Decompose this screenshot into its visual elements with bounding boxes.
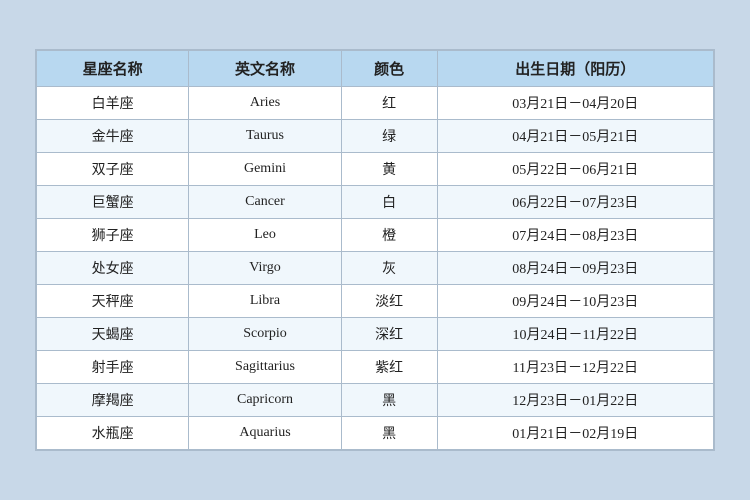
cell-dates: 11月23日－12月22日 — [437, 351, 713, 384]
cell-dates: 08月24日－09月23日 — [437, 252, 713, 285]
header-color: 颜色 — [341, 51, 437, 87]
cell-dates: 12月23日－01月22日 — [437, 384, 713, 417]
header-chinese: 星座名称 — [37, 51, 189, 87]
table-row: 双子座Gemini黄05月22日－06月21日 — [37, 153, 714, 186]
table-row: 摩羯座Capricorn黑12月23日－01月22日 — [37, 384, 714, 417]
cell-dates: 09月24日－10月23日 — [437, 285, 713, 318]
cell-dates: 07月24日－08月23日 — [437, 219, 713, 252]
cell-chinese: 天蝎座 — [37, 318, 189, 351]
cell-chinese: 金牛座 — [37, 120, 189, 153]
cell-color: 灰 — [341, 252, 437, 285]
cell-english: Capricorn — [189, 384, 341, 417]
table-row: 金牛座Taurus绿04月21日－05月21日 — [37, 120, 714, 153]
header-dates: 出生日期（阳历） — [437, 51, 713, 87]
cell-english: Scorpio — [189, 318, 341, 351]
cell-color: 黑 — [341, 417, 437, 450]
cell-english: Aries — [189, 87, 341, 120]
cell-dates: 04月21日－05月21日 — [437, 120, 713, 153]
table-row: 射手座Sagittarius紫红11月23日－12月22日 — [37, 351, 714, 384]
cell-color: 紫红 — [341, 351, 437, 384]
cell-color: 红 — [341, 87, 437, 120]
table-row: 巨蟹座Cancer白06月22日－07月23日 — [37, 186, 714, 219]
cell-chinese: 白羊座 — [37, 87, 189, 120]
cell-color: 橙 — [341, 219, 437, 252]
cell-dates: 10月24日－11月22日 — [437, 318, 713, 351]
cell-chinese: 处女座 — [37, 252, 189, 285]
cell-english: Aquarius — [189, 417, 341, 450]
cell-dates: 01月21日－02月19日 — [437, 417, 713, 450]
cell-english: Virgo — [189, 252, 341, 285]
cell-color: 绿 — [341, 120, 437, 153]
cell-dates: 03月21日－04月20日 — [437, 87, 713, 120]
cell-chinese: 狮子座 — [37, 219, 189, 252]
cell-english: Libra — [189, 285, 341, 318]
cell-chinese: 水瓶座 — [37, 417, 189, 450]
cell-chinese: 双子座 — [37, 153, 189, 186]
cell-color: 淡红 — [341, 285, 437, 318]
cell-dates: 06月22日－07月23日 — [437, 186, 713, 219]
zodiac-table: 星座名称 英文名称 颜色 出生日期（阳历） 白羊座Aries红03月21日－04… — [36, 50, 714, 450]
cell-english: Sagittarius — [189, 351, 341, 384]
cell-chinese: 巨蟹座 — [37, 186, 189, 219]
table-row: 天秤座Libra淡红09月24日－10月23日 — [37, 285, 714, 318]
table-row: 狮子座Leo橙07月24日－08月23日 — [37, 219, 714, 252]
cell-color: 深红 — [341, 318, 437, 351]
cell-english: Gemini — [189, 153, 341, 186]
cell-dates: 05月22日－06月21日 — [437, 153, 713, 186]
header-english: 英文名称 — [189, 51, 341, 87]
cell-chinese: 天秤座 — [37, 285, 189, 318]
cell-color: 白 — [341, 186, 437, 219]
cell-english: Taurus — [189, 120, 341, 153]
cell-color: 黄 — [341, 153, 437, 186]
table-row: 处女座Virgo灰08月24日－09月23日 — [37, 252, 714, 285]
cell-chinese: 摩羯座 — [37, 384, 189, 417]
cell-color: 黑 — [341, 384, 437, 417]
table-row: 水瓶座Aquarius黑01月21日－02月19日 — [37, 417, 714, 450]
cell-english: Leo — [189, 219, 341, 252]
table-header-row: 星座名称 英文名称 颜色 出生日期（阳历） — [37, 51, 714, 87]
table-row: 白羊座Aries红03月21日－04月20日 — [37, 87, 714, 120]
zodiac-table-container: 星座名称 英文名称 颜色 出生日期（阳历） 白羊座Aries红03月21日－04… — [35, 49, 715, 451]
table-body: 白羊座Aries红03月21日－04月20日金牛座Taurus绿04月21日－0… — [37, 87, 714, 450]
cell-english: Cancer — [189, 186, 341, 219]
cell-chinese: 射手座 — [37, 351, 189, 384]
table-row: 天蝎座Scorpio深红10月24日－11月22日 — [37, 318, 714, 351]
